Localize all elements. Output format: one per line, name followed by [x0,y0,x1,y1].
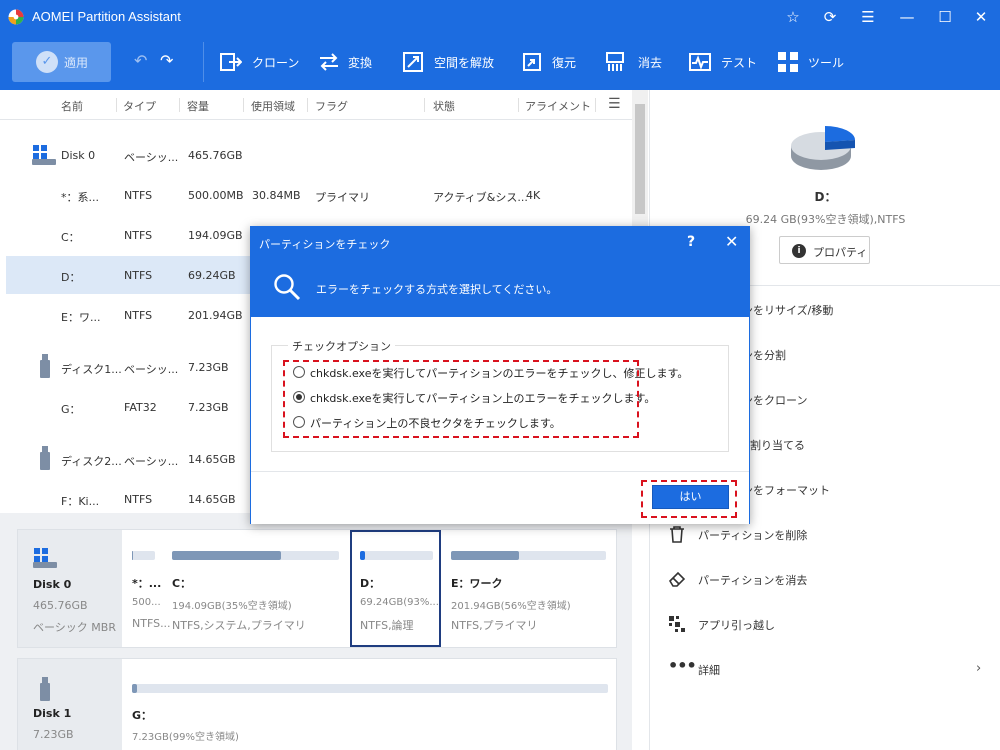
disk-icon [33,548,57,568]
free-space-icon [403,52,423,72]
trash-icon [670,526,684,543]
selected-drive-label: D： [814,190,837,204]
toolbar: ✓ 適用 ↶ ↷ クローン 変換 空間を解放 復元 消去 テスト ツール [0,34,1000,90]
options-highlight [283,360,639,438]
dialog-title-bar: パーティションをチェック ? ✕ [251,227,749,259]
col-used[interactable]: 使用領域 [251,98,295,114]
partition-block[interactable]: C： 194.09GB(35%空き領域) NTFS,システム,プライマリ [164,530,348,647]
star-icon[interactable]: ☆ [781,5,805,29]
partition-block[interactable]: *：... 500... NTFS... [124,530,171,647]
recover-icon [523,53,541,71]
eraser-icon [668,571,686,587]
close-icon[interactable]: ✕ [725,232,738,251]
chevron-right-icon: › [976,661,982,676]
partition-block[interactable]: G： 7.23GB(99%空き領域) [124,659,614,750]
op-wipe-partition[interactable]: パーティションを消去 [650,560,1000,600]
yes-button[interactable]: はい [652,485,729,509]
dialog-message: エラーをチェックする方式を選択してください。 [316,283,558,296]
close-window-button[interactable]: ✕ [969,5,993,29]
partition-block[interactable]: E：ワーク 201.94GB(56%空き領域) NTFS,プライマリ [443,530,613,647]
clone-icon [220,53,242,71]
app-logo-icon [8,9,24,25]
col-status[interactable]: 状態 [433,98,455,114]
partition-block-selected[interactable]: D： 69.24GB(93%... NTFS,論理 [350,530,441,647]
col-capacity[interactable]: 容量 [187,98,209,114]
properties-button[interactable]: i プロパティ [779,236,870,264]
disk-usage-pie-icon [791,126,855,170]
refresh-icon[interactable]: ⟳ [818,5,842,29]
disk-icon [32,145,56,165]
title-bar: AOMEI Partition Assistant ☆ ⟳ ☰ — ☐ ✕ [0,0,1000,34]
op-app-mover[interactable]: アプリ引っ越し [650,605,1000,645]
group-label: チェックオプション [288,338,395,354]
col-alignment[interactable]: アライメント [525,98,591,114]
col-flag[interactable]: フラグ [315,98,348,114]
tools-icon [778,52,798,72]
usb-drive-icon [40,446,50,470]
apply-button[interactable]: ✓ 適用 [12,42,111,82]
table-row[interactable]: *：系... NTFS 500.00MB 30.84MB プライマリ アクティブ… [6,176,632,214]
disk-card-0[interactable]: Disk 0 465.76GB ベーシック MBR *：... 500... N… [17,529,617,648]
selected-drive-info: 69.24 GB(93%空き領域),NTFS [745,213,906,226]
partition-list-header: 名前 タイプ 容量 使用領域 フラグ 状態 アライメント ☰ [0,90,632,120]
redo-icon: ↷ [160,51,174,70]
test-icon [689,53,711,71]
app-move-icon [669,616,685,632]
table-row[interactable]: Disk 0 ベーシッ... 465.76GB [6,136,632,174]
usb-drive-icon [40,677,50,701]
minimize-button[interactable]: — [895,5,919,29]
maximize-button[interactable]: ☐ [933,5,957,29]
disk-card-1[interactable]: Disk 1 7.23GB G： 7.23GB(99%空き領域) [17,658,617,750]
convert-icon [320,53,338,71]
disk-map: Disk 0 465.76GB ベーシック MBR *：... 500... N… [0,513,632,750]
col-type[interactable]: タイプ [123,98,156,114]
undo-icon: ↶ [134,51,148,70]
column-settings-icon[interactable]: ☰ [608,96,621,112]
wipe-icon [606,52,624,71]
dialog-title: パーティションをチェック [259,238,391,251]
info-icon: i [792,244,806,258]
help-icon[interactable]: ? [687,234,695,250]
menu-icon[interactable]: ☰ [856,5,880,29]
col-name[interactable]: 名前 [61,98,83,114]
check-icon: ✓ [36,51,58,73]
search-icon [274,274,301,301]
check-partition-dialog: パーティションをチェック ? ✕ エラーをチェックする方式を選択してください。 … [250,226,750,524]
dialog-header: エラーをチェックする方式を選択してください。 [251,259,749,317]
op-more[interactable]: ••• 詳細 › [650,650,1000,690]
more-icon: ••• [668,656,697,675]
window-title: AOMEI Partition Assistant [32,9,181,24]
usb-drive-icon [40,354,50,378]
